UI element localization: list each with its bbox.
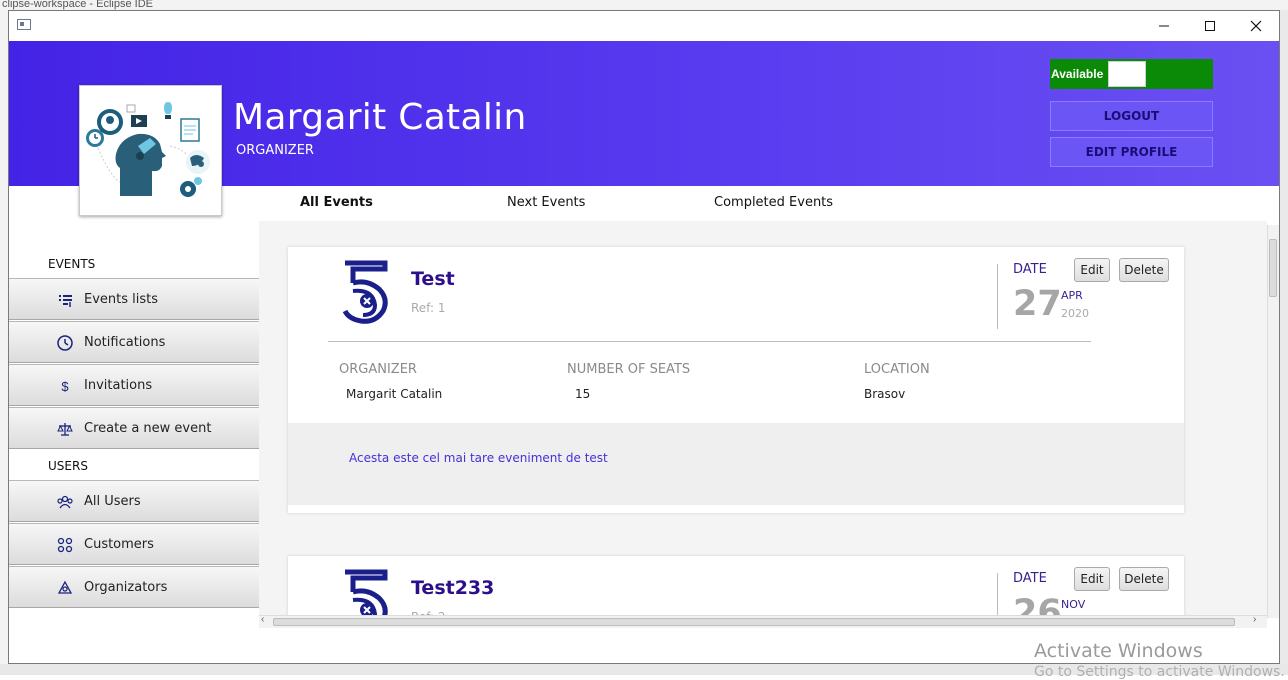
event-ref: Ref: 1 (411, 301, 446, 315)
horizontal-scrollbar-thumb[interactable] (273, 618, 1235, 626)
activate-windows-watermark: Activate Windows (1034, 640, 1203, 662)
sidebar-item-label: Create a new event (84, 421, 212, 436)
organizators-icon (56, 579, 74, 597)
clock-icon (56, 334, 74, 352)
sidebar-section-users: USERS (48, 459, 88, 473)
availability-toggle[interactable]: Available (1050, 59, 1213, 89)
users-icon (56, 493, 74, 511)
event-description-box: Acesta este cel mai tare eveniment de te… (288, 423, 1184, 505)
event-title: Test233 (411, 577, 495, 599)
user-role: ORGANIZER (236, 143, 314, 158)
maximize-icon (1205, 21, 1215, 31)
minimize-icon (1159, 25, 1169, 27)
list-add-icon (56, 291, 74, 309)
background-ide-right (1280, 10, 1288, 665)
horizontal-scrollbar[interactable]: ‹ › (259, 614, 1267, 628)
scroll-left-icon[interactable]: ‹ (261, 614, 264, 625)
seats-label: NUMBER OF SEATS (567, 362, 691, 377)
scroll-right-icon[interactable]: › (1253, 614, 1256, 625)
date-label: DATE (1013, 571, 1047, 586)
minimize-button[interactable] (1141, 11, 1187, 41)
sidebar-item-label: Customers (84, 537, 154, 552)
tab-next-events[interactable]: Next Events (507, 195, 585, 210)
events-list[interactable]: Test Ref: 1 DATE 27 APR 2020 Edit Delete… (259, 221, 1267, 626)
date-month: NOV (1061, 598, 1086, 611)
avatar-illustration-icon (86, 102, 210, 197)
balance-scale-icon (56, 420, 74, 438)
sidebar-item-label: All Users (84, 494, 141, 509)
sidebar-item-invitations[interactable]: $ Invitations (9, 364, 259, 406)
user-name: Margarit Catalin (233, 97, 527, 138)
sidebar-item-label: Organizators (84, 580, 168, 595)
edit-event-button[interactable]: Edit (1074, 567, 1110, 591)
date-year: 2020 (1061, 307, 1089, 320)
availability-toggle-knob[interactable] (1108, 61, 1146, 87)
dollar-icon: $ (61, 378, 69, 394)
event-card: Test Ref: 1 DATE 27 APR 2020 Edit Delete… (288, 247, 1184, 513)
sidebar-item-notifications[interactable]: Notifications (9, 321, 259, 363)
sidebar-item-all-users[interactable]: All Users (9, 480, 259, 522)
activate-windows-subtext: Go to Settings to activate Windows. (1034, 664, 1285, 680)
edit-event-button[interactable]: Edit (1074, 258, 1110, 282)
event-description: Acesta este cel mai tare eveniment de te… (349, 451, 608, 465)
logout-button[interactable]: LOGOUT (1050, 101, 1213, 131)
edit-profile-button[interactable]: EDIT PROFILE (1050, 137, 1213, 167)
sidebar-section-events: EVENTS (48, 257, 96, 271)
close-icon (1250, 20, 1262, 32)
seats-value: 15 (575, 387, 591, 401)
tab-all-events[interactable]: All Events (300, 195, 373, 210)
sidebar-item-organizators[interactable]: Organizators (9, 566, 259, 608)
customers-icon (56, 536, 74, 554)
vertical-scrollbar-thumb[interactable] (1269, 239, 1277, 297)
app-window: Margarit Catalin ORGANIZER Available LOG… (8, 10, 1280, 664)
sidebar-item-customers[interactable]: Customers (9, 523, 259, 565)
tab-completed-events[interactable]: Completed Events (714, 195, 833, 210)
date-month: APR (1061, 289, 1083, 302)
maximize-button[interactable] (1187, 11, 1233, 41)
organizer-value: Margarit Catalin (346, 387, 443, 401)
date-label: DATE (1013, 262, 1047, 277)
date-divider (997, 264, 998, 329)
event-logo-icon (342, 260, 388, 324)
background-ide-title: clipse-workspace - Eclipse IDE (2, 0, 153, 10)
card-divider (328, 341, 1091, 342)
delete-event-button[interactable]: Delete (1119, 567, 1169, 591)
availability-label: Available (1051, 67, 1104, 81)
sidebar-item-label: Events lists (84, 292, 159, 307)
sidebar-item-label: Invitations (84, 378, 153, 393)
location-label: LOCATION (864, 362, 930, 377)
sidebar-item-label: Notifications (84, 335, 166, 350)
location-value: Brasov (864, 387, 906, 401)
app-window-icon (17, 19, 31, 30)
delete-event-button[interactable]: Delete (1119, 258, 1169, 282)
date-day: 27 (1013, 284, 1062, 324)
organizer-label: ORGANIZER (339, 362, 417, 377)
title-bar[interactable] (9, 11, 1279, 41)
close-button[interactable] (1233, 11, 1279, 41)
sidebar-item-events-lists[interactable]: Events lists (9, 278, 259, 320)
sidebar-item-create-event[interactable]: Create a new event (9, 407, 259, 449)
profile-avatar (79, 85, 222, 216)
event-title: Test (411, 268, 455, 290)
